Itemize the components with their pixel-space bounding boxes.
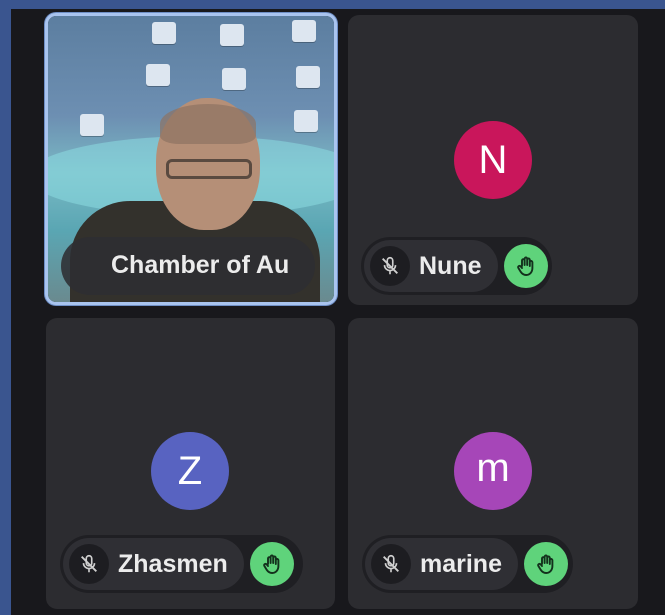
desktop-icon: [146, 64, 170, 86]
desktop-icon: [220, 24, 244, 46]
participant-avatar: N: [454, 121, 532, 199]
participant-namebar: marine: [362, 535, 573, 593]
participant-name-pill: Nune: [364, 240, 498, 292]
participant-tile-video[interactable]: Chamber of Au: [45, 13, 337, 305]
meeting-gallery: Chamber of Au N Nune Z Zhasmen m marine: [11, 9, 665, 615]
participant-name: Zhasmen: [118, 549, 228, 578]
participant-avatar: m: [454, 432, 532, 510]
participant-name: marine: [420, 549, 502, 578]
participant-name: Chamber of Au: [111, 251, 290, 279]
participant-avatar: Z: [151, 432, 229, 510]
participant-tile[interactable]: N Nune: [348, 15, 638, 305]
participant-namebar: Chamber of Au: [61, 237, 315, 295]
participant-name-pill: marine: [365, 538, 518, 590]
mic-off-icon: [69, 544, 109, 584]
participant-tile[interactable]: Z Zhasmen: [46, 318, 335, 609]
raised-hand-icon: [249, 542, 294, 586]
desktop-icon: [294, 110, 318, 132]
participant-name-pill: Zhasmen: [63, 538, 244, 590]
person-hair: [160, 104, 256, 144]
desktop-icon: [152, 22, 176, 44]
raised-hand-icon: [523, 542, 568, 586]
desktop-icon: [296, 66, 320, 88]
raised-hand-icon: [503, 244, 548, 288]
desktop-icon: [80, 114, 104, 136]
participant-namebar: Zhasmen: [60, 535, 303, 593]
mic-off-icon: [371, 544, 411, 584]
participant-name: Nune: [419, 251, 482, 280]
person-glasses: [166, 159, 252, 179]
mic-off-icon: [370, 246, 410, 286]
participant-namebar: Nune: [361, 237, 552, 295]
participant-tile[interactable]: m marine: [348, 318, 638, 609]
desktop-icon: [222, 68, 246, 90]
desktop-icon: [292, 20, 316, 42]
